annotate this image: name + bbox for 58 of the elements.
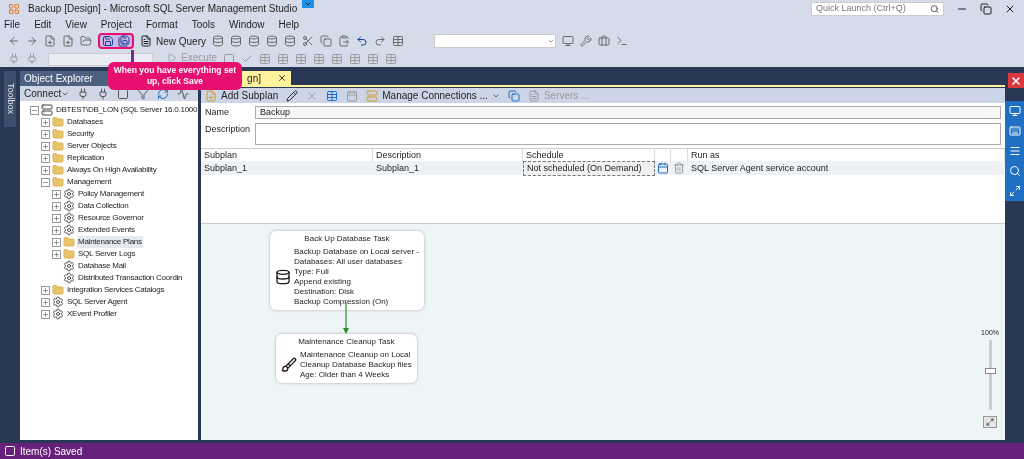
task-detail: Append existing [294,276,352,287]
menu-item[interactable]: Edit [34,16,52,32]
tree-item[interactable]: DBTEST\DB_LON (SQL Server 16.0.1000. [55,104,198,116]
schedule-cell[interactable]: Not scheduled (On Demand) [523,160,655,176]
menu-item[interactable]: Format [146,16,178,32]
tree-item[interactable]: Database Mail [77,260,127,272]
manage-connections-button[interactable]: Manage Connections ... [366,88,500,103]
tree-item[interactable]: Replication [66,152,105,164]
task-detail: Cleanup Database Backup files [300,359,412,370]
tree-item[interactable]: Management [66,176,113,188]
column-header: Description [376,148,422,162]
column-header: Run as [691,148,720,162]
tree-item[interactable]: Server Objects [66,140,118,152]
field-label: Description [205,122,252,136]
add-subplan-button[interactable]: Add Subplan [205,88,279,103]
menu-item[interactable]: File [4,16,21,32]
tree-item[interactable]: Resource Governor [77,212,145,224]
tree-item[interactable]: SQL Server Agent [66,296,129,308]
menu-item[interactable]: View [65,16,87,32]
task-title: Back Up Database Task [303,233,391,244]
toolbox-tab[interactable]: Toolbox [4,71,16,127]
servers-button: Servers ... [527,88,590,103]
menu-item[interactable]: Tools [191,16,215,32]
status-text: Item(s) Saved [20,444,83,459]
tree-item[interactable]: Policy Management [77,188,145,200]
tree-item[interactable]: Databases [66,116,104,128]
task-detail: Backup Compression (On) [294,296,390,307]
tree-item[interactable]: Extended Events [77,224,136,236]
table-cell-text: Subplan_1 [203,161,249,175]
menu-item[interactable]: Window [229,16,265,32]
tree-item[interactable]: Integration Services Catalogs [66,284,166,296]
task-detail: Backup Database on Local server - [294,246,419,257]
task-box[interactable]: Maintenance Cleanup Task Maintenance Cleanup on Local Cleanup Database Backup files Age: Older than 4 Weeks [276,333,417,383]
task-detail: Databases: All user databases [294,256,404,267]
tree-item[interactable]: Maintenance Plans [77,236,143,248]
name-field[interactable]: Backup [255,106,1001,119]
task-detail: Destination: Disk [294,286,356,297]
task-title: Maintenance Cleanup Task [297,336,396,347]
tree-item[interactable]: Security [66,128,95,140]
table-cell-text: Subplan_1 [375,161,421,175]
task-detail: Age: Older than 4 Weeks [300,369,391,380]
column-header: Schedule [526,148,564,162]
new-query-button[interactable]: New Query [140,33,206,49]
tree-item[interactable]: XEvent Profiler [66,308,118,320]
tree-item[interactable]: Data Collection [77,200,130,212]
column-header: Subplan [204,148,238,162]
menu-item[interactable]: Help [278,16,300,32]
field-label: Name [205,106,230,119]
tree-item[interactable]: Distributed Transaction Coordin [77,272,184,284]
menu-item[interactable]: Project [100,16,132,32]
task-box[interactable]: Back Up Database Task Backup Database on Local server - Databases: All user databases Type: Full Append existing Destination: Disk Backup Compression (On) [270,230,424,310]
tree-item[interactable]: SQL Server Logs [77,248,137,260]
tree-item[interactable]: Always On High Availability [66,164,158,176]
window-title: Backup [Design] - Microsoft SQL Server Management Studio [28,2,298,16]
table-cell-text: SQL Server Agent service account [690,161,830,175]
task-detail: Type: Full [294,266,330,277]
quick-launch-field[interactable]: Quick Launch (Ctrl+Q) [811,1,944,16]
task-detail: Maintenance Cleanup on Local [300,349,412,360]
